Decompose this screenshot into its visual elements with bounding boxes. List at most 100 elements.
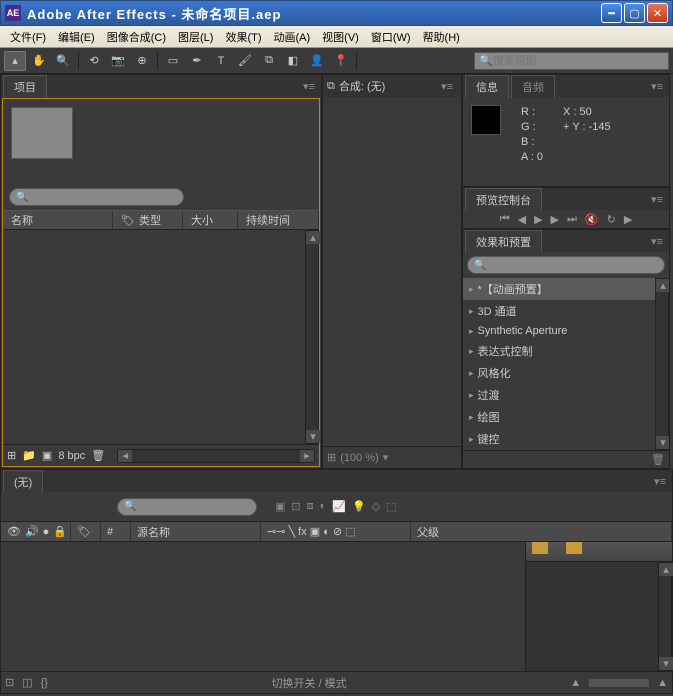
toggle-switches-label[interactable]: 切换开关 / 模式 [56,675,562,691]
col-type[interactable]: 🏷类型 [113,211,183,229]
audio-tab[interactable]: 音频 [511,75,555,98]
grid-icon[interactable]: ⊞ [327,451,336,464]
scroll-right-icon[interactable]: ▸ [300,450,314,462]
toggle-switches-icon[interactable]: ⊡ [5,676,14,689]
panel-menu-icon[interactable]: ▾≡ [650,475,670,488]
puppet-tool[interactable]: 📍 [330,51,352,71]
last-frame-icon[interactable]: ⏭ [567,213,577,226]
panel-menu-icon[interactable]: ▾≡ [299,80,319,93]
maximize-button[interactable]: ▢ [624,3,645,23]
shy-icon[interactable]: ⊡ [291,500,300,513]
menu-effect[interactable]: 效果(T) [219,27,267,47]
scrollbar-vertical[interactable]: ▴▾ [658,562,672,671]
frame-blend-icon[interactable]: ⧈ [307,500,314,513]
effect-item[interactable]: ▸Synthetic Aperture [463,322,655,340]
next-frame-icon[interactable]: ▶ [551,213,559,226]
preview-tab[interactable]: 预览控制台 [465,188,542,211]
camera-tool[interactable]: 📷 [107,51,129,71]
menu-edit[interactable]: 编辑(E) [52,27,101,47]
effects-search[interactable]: 🔍 [467,256,665,274]
clone-tool[interactable]: ⧉ [258,51,280,71]
zoom-level[interactable]: (100 %) [340,452,379,464]
scrollbar-vertical[interactable]: ▴ ▾ [305,230,319,444]
minimize-button[interactable]: ━ [601,3,622,23]
scroll-up-icon[interactable]: ▴ [656,279,669,292]
effect-item[interactable]: ▸3D 通道 [463,300,655,322]
play-icon[interactable]: ▶ [534,213,542,226]
pan-behind-tool[interactable]: ⊕ [131,51,153,71]
first-frame-icon[interactable]: ⏮ [500,213,510,226]
effects-tab[interactable]: 效果和预置 [465,230,542,253]
motion-blur-icon[interactable]: ◐ [320,500,327,513]
menu-view[interactable]: 视图(V) [316,27,365,47]
effect-item[interactable]: ▸键控 [463,428,655,450]
timeline-track-area[interactable]: ▴▾ [526,542,672,671]
trash-icon[interactable]: 🗑 [651,453,665,466]
menu-file[interactable]: 文件(F) [4,27,52,47]
roto-tool[interactable]: 👤 [306,51,328,71]
trash-icon[interactable]: 🗑 [91,449,105,462]
brainstorm-icon[interactable]: 💡 [352,500,366,513]
zoom-slider[interactable] [589,679,649,687]
col-size[interactable]: 大小 [183,211,238,229]
lock-icon[interactable]: 🔒 [53,525,67,538]
project-search[interactable]: 🔍 [9,188,184,206]
search-help[interactable]: 🔍 [474,52,669,70]
effect-item[interactable]: ▸风格化 [463,362,655,384]
col-name[interactable]: 名称 [3,211,113,229]
pen-tool[interactable]: ✒ [186,51,208,71]
effect-item[interactable]: ▸*【动画预置】 [463,278,655,300]
tl-label-col[interactable]: 🏷 [71,522,101,541]
scroll-up-icon[interactable]: ▴ [306,231,320,244]
draft-3d-icon[interactable]: ⬚ [386,500,396,513]
effect-item[interactable]: ▸过渡 [463,384,655,406]
speaker-icon[interactable]: 🔊 [25,525,39,538]
panel-menu-icon[interactable]: ▾≡ [647,80,667,93]
zoom-in-icon[interactable]: ▲ [657,677,668,689]
timeline-search[interactable]: 🔍 [117,498,257,516]
close-button[interactable]: ✕ [647,3,668,23]
prev-frame-icon[interactable]: ◀ [518,213,526,226]
effect-item[interactable]: ▸表达式控制 [463,340,655,362]
mute-icon[interactable]: 🔇 [585,213,599,226]
work-area-start[interactable] [532,542,548,554]
panel-menu-icon[interactable]: ▾≡ [437,80,457,93]
rotate-tool[interactable]: ⟲ [83,51,105,71]
brackets-icon[interactable]: {} [41,677,48,689]
menu-layer[interactable]: 图层(L) [172,27,219,47]
bpc-label[interactable]: 8 bpc [58,450,85,462]
panel-menu-icon[interactable]: ▾≡ [647,235,667,248]
search-help-input[interactable] [493,55,664,67]
comp-mini-icon[interactable]: ▣ [275,500,285,513]
scrollbar-horizontal[interactable]: ◂ ▸ [117,449,315,463]
chevron-down-icon[interactable]: ▾ [383,451,389,464]
scroll-down-icon[interactable]: ▾ [306,430,320,443]
expand-icon[interactable]: ◫ [22,676,32,689]
menu-composition[interactable]: 图像合成(C) [101,27,172,47]
timeline-layer-area[interactable] [1,542,526,671]
panel-menu-icon[interactable]: ▾≡ [647,193,667,206]
work-area-end[interactable] [566,542,582,554]
scroll-left-icon[interactable]: ◂ [118,450,132,462]
graph-icon[interactable]: 📈 [332,500,346,513]
solo-icon[interactable]: ● [43,526,50,538]
eraser-tool[interactable]: ◧ [282,51,304,71]
brush-tool[interactable]: 🖌 [234,51,256,71]
rectangle-tool[interactable]: ▭ [162,51,184,71]
interpret-icon[interactable]: ⊞ [7,449,16,462]
type-tool[interactable]: T [210,51,232,71]
composition-viewer[interactable] [323,97,461,446]
folder-icon[interactable]: 📁 [22,449,36,462]
loop-icon[interactable]: ↻ [607,213,616,226]
tl-source-name-col[interactable]: 源名称 [131,522,261,541]
selection-tool[interactable]: ▴ [4,51,26,71]
zoom-out-icon[interactable]: ▲ [570,677,581,689]
scrollbar-vertical[interactable]: ▴ ▾ [655,278,669,450]
comp-icon[interactable]: ▣ [42,449,52,462]
tl-index-col[interactable]: # [101,522,131,541]
tl-parent-col[interactable]: 父级 [411,522,672,541]
menu-help[interactable]: 帮助(H) [417,27,466,47]
effect-item[interactable]: ▸绘图 [463,406,655,428]
auto-keyframe-icon[interactable]: ◇ [372,500,380,513]
eye-icon[interactable]: 👁 [7,525,21,538]
